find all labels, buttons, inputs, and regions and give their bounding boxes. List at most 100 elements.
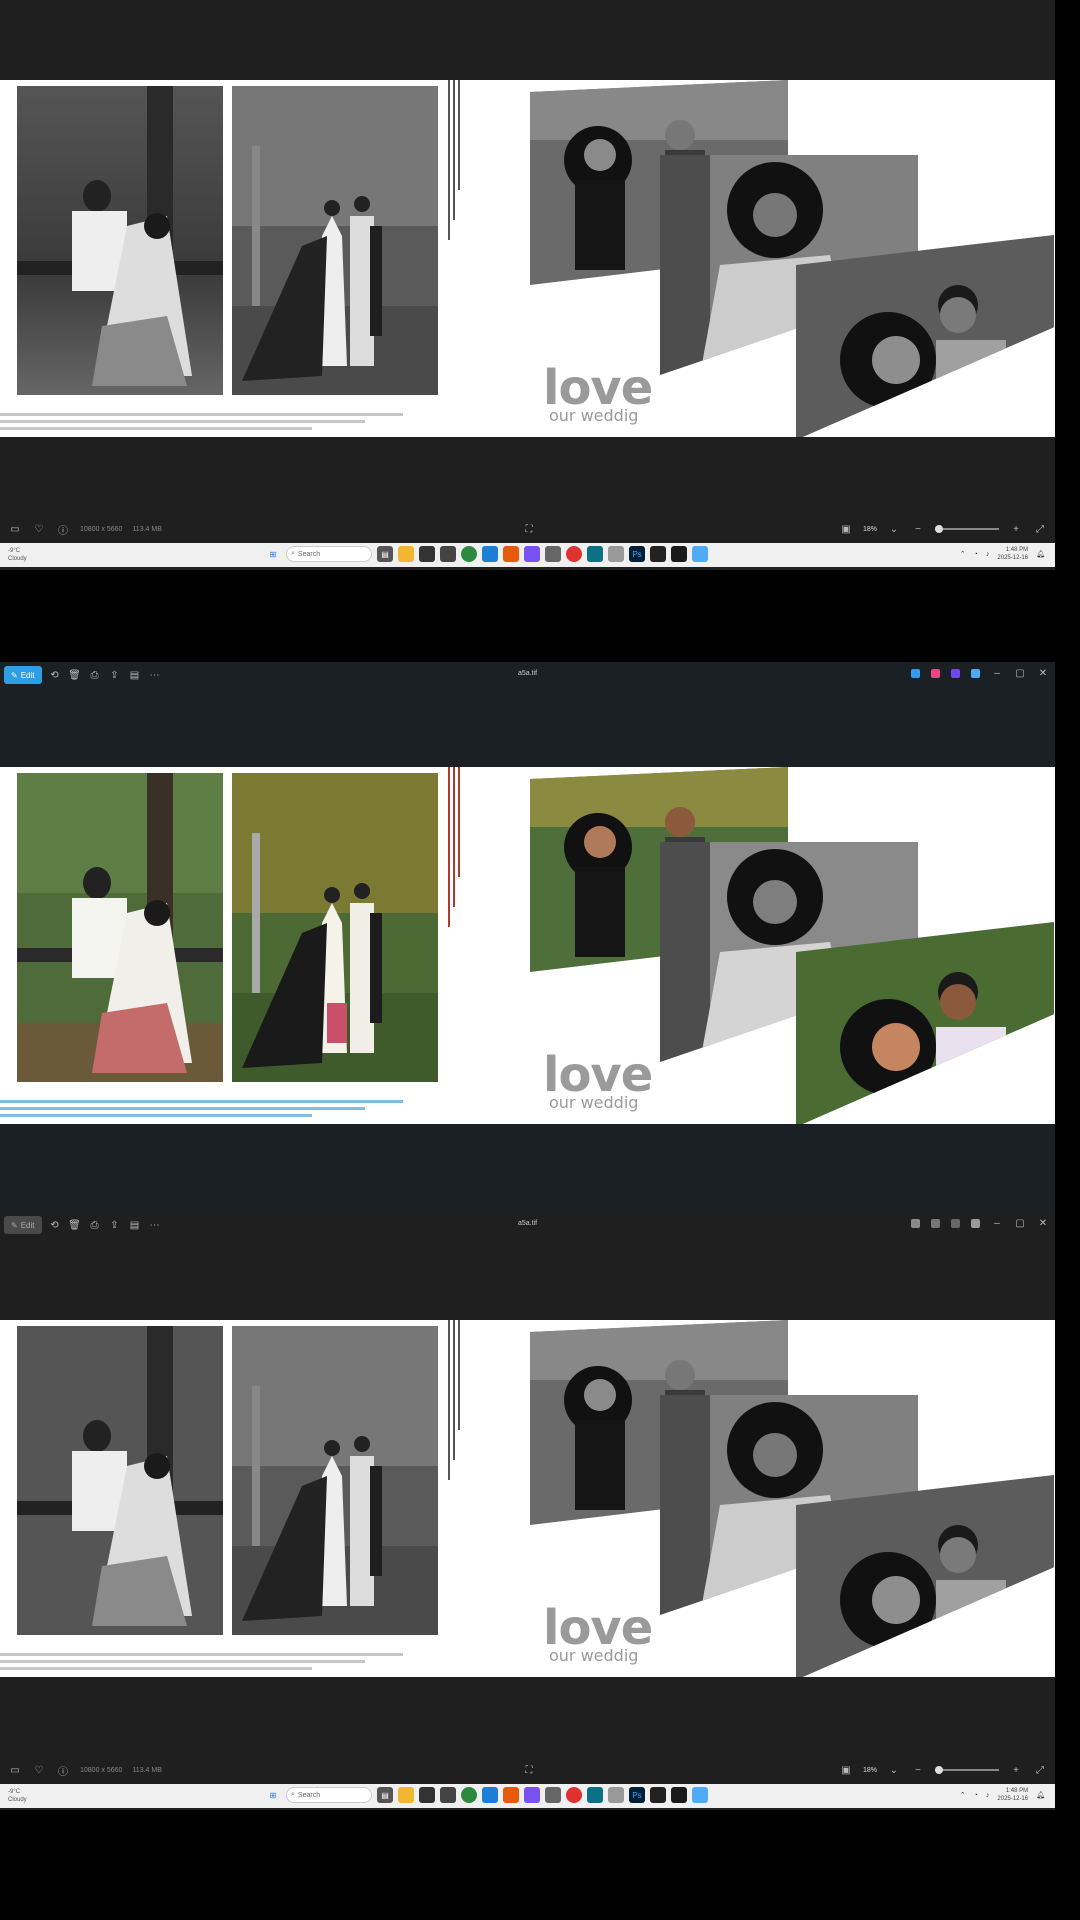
image-dimensions: 10800 x 5660 (80, 1766, 123, 1774)
zoom-in-icon[interactable]: + (1009, 1763, 1023, 1777)
task-view-icon[interactable]: ▤ (377, 1787, 393, 1803)
close-icon[interactable]: ✕ (1037, 1217, 1049, 1229)
maximize-icon[interactable]: ▢ (1014, 667, 1026, 679)
task-view-icon[interactable]: ▤ (377, 546, 393, 562)
clock-date: 2025-12-16 (997, 1796, 1029, 1802)
zoom-slider-knob[interactable] (935, 1766, 943, 1774)
info-icon[interactable]: ⓘ (56, 522, 70, 537)
app-icon[interactable] (587, 546, 603, 562)
app-icon[interactable] (440, 1787, 456, 1803)
viewer-frame-top: love our weddig ▭ ♡ ⓘ 10800 x 5660 113.4… (0, 0, 1055, 570)
app-icon[interactable] (608, 1787, 624, 1803)
taskbar-search[interactable]: ⌕ Search (286, 1787, 372, 1803)
volume-icon[interactable]: ♪ (986, 551, 990, 558)
app-icon[interactable] (545, 546, 561, 562)
minimize-icon[interactable]: – (991, 667, 1003, 679)
app-icon[interactable] (524, 546, 540, 562)
clock[interactable]: 1:48 PM 2025-12-16 (997, 1787, 1028, 1803)
photoshop-icon[interactable]: Ps (629, 1787, 645, 1803)
browser-icon[interactable] (461, 1787, 477, 1803)
network-icon[interactable]: ◔ (974, 1792, 978, 1799)
file-explorer-icon[interactable] (398, 1787, 414, 1803)
zoom-out-icon[interactable]: − (911, 1763, 925, 1777)
app-icon[interactable] (482, 1787, 498, 1803)
app-icon[interactable] (608, 546, 624, 562)
notification-bell-icon[interactable]: 🔔︎ (1036, 1791, 1045, 1799)
photos-icon[interactable] (692, 1787, 708, 1803)
app-icon[interactable] (545, 1787, 561, 1803)
zoom-out-icon[interactable]: − (911, 522, 925, 536)
app-icon[interactable] (419, 1787, 435, 1803)
heart-icon[interactable]: ♡ (32, 522, 46, 536)
photos-icon[interactable] (692, 546, 708, 562)
filmstrip-icon[interactable]: ▭ (8, 522, 22, 536)
app-icon[interactable] (650, 1787, 666, 1803)
app-icon[interactable] (440, 546, 456, 562)
clock[interactable]: 1:48 PM 2025-12-16 (997, 546, 1028, 562)
fit-icon[interactable]: ⛶ (522, 522, 536, 536)
app-icon[interactable] (503, 546, 519, 562)
zoom-level[interactable]: 18% (863, 1767, 877, 1774)
zoom-slider[interactable] (935, 1766, 999, 1774)
weather-widget[interactable]: -9°C Cloudy (8, 547, 27, 563)
taskbar-search[interactable]: ⌕ Search (286, 546, 372, 562)
info-icon[interactable]: ⓘ (56, 1763, 70, 1778)
app-icon[interactable] (482, 546, 498, 562)
app-icon[interactable] (671, 1787, 687, 1803)
weather-widget[interactable]: -9°C Cloudy (8, 1788, 27, 1804)
volume-icon[interactable]: ♪ (986, 1792, 990, 1799)
chrome-icon[interactable] (566, 1787, 582, 1803)
browser-icon[interactable] (461, 546, 477, 562)
chevron-up-icon[interactable]: ⌃ (960, 1791, 966, 1799)
photoshop-icon[interactable]: Ps (629, 546, 645, 562)
fullscreen-icon[interactable]: ⤢ (1033, 1763, 1047, 1777)
decorative-vertical-lines (448, 80, 462, 240)
onedrive-icon[interactable] (971, 668, 980, 678)
zoom-slider[interactable] (935, 525, 999, 533)
love-word: love (543, 360, 653, 416)
app-shortcut-icon[interactable] (951, 668, 960, 678)
app-icon[interactable] (419, 546, 435, 562)
zoom-level[interactable]: 18% (863, 526, 877, 533)
chevron-down-icon[interactable]: ⌄ (887, 1763, 901, 1777)
windows-taskbar: -9°C Cloudy ⊞ ⌕ Search ▤ Ps ⌃ ◔ ♪ 1:48 P… (0, 1784, 1055, 1808)
chevron-down-icon[interactable]: ⌄ (887, 522, 901, 536)
weather-desc: Cloudy (8, 1797, 27, 1803)
app-shortcut-icon[interactable] (911, 1218, 920, 1228)
app-shortcut-icon[interactable] (931, 1218, 940, 1228)
onedrive-icon[interactable] (971, 1218, 980, 1228)
app-icon[interactable] (587, 1787, 603, 1803)
heart-icon[interactable]: ♡ (32, 1763, 46, 1777)
fit-icon[interactable]: ⛶ (522, 1763, 536, 1777)
chrome-icon[interactable] (566, 546, 582, 562)
close-icon[interactable]: ✕ (1037, 667, 1049, 679)
zoom-slider-knob[interactable] (935, 525, 943, 533)
windows-start-icon[interactable]: ⊞ (265, 546, 281, 562)
weather-desc: Cloudy (8, 556, 27, 562)
maximize-icon[interactable]: ▢ (1014, 1217, 1026, 1229)
app-icon[interactable] (503, 1787, 519, 1803)
file-size: 113.4 MB (132, 1766, 162, 1774)
actual-size-icon[interactable]: ▣ (839, 1763, 853, 1777)
notification-bell-icon[interactable]: 🔔︎ (1036, 550, 1045, 558)
fullscreen-icon[interactable]: ⤢ (1033, 522, 1047, 536)
decorative-horizontal-line (0, 1107, 365, 1110)
filmstrip-icon[interactable]: ▭ (8, 1763, 22, 1777)
app-shortcut-icon[interactable] (931, 668, 940, 678)
title-bar: ✎ Edit ⟲ 🗑︎ ⎙ ⇪ ▤ ⋯ a5a.tif – ▢ ✕ (0, 1212, 1055, 1239)
app-icon[interactable] (524, 1787, 540, 1803)
actual-size-icon[interactable]: ▣ (839, 522, 853, 536)
app-shortcut-icon[interactable] (951, 1218, 960, 1228)
network-icon[interactable]: ◔ (974, 551, 978, 558)
decorative-horizontal-line (0, 1660, 365, 1663)
chevron-up-icon[interactable]: ⌃ (960, 550, 966, 558)
file-size: 113.4 MB (132, 525, 162, 533)
decorative-horizontal-line (0, 1653, 403, 1656)
windows-start-icon[interactable]: ⊞ (265, 1787, 281, 1803)
app-shortcut-icon[interactable] (911, 668, 920, 678)
zoom-in-icon[interactable]: + (1009, 522, 1023, 536)
minimize-icon[interactable]: – (991, 1217, 1003, 1229)
app-icon[interactable] (650, 546, 666, 562)
app-icon[interactable] (671, 546, 687, 562)
file-explorer-icon[interactable] (398, 546, 414, 562)
